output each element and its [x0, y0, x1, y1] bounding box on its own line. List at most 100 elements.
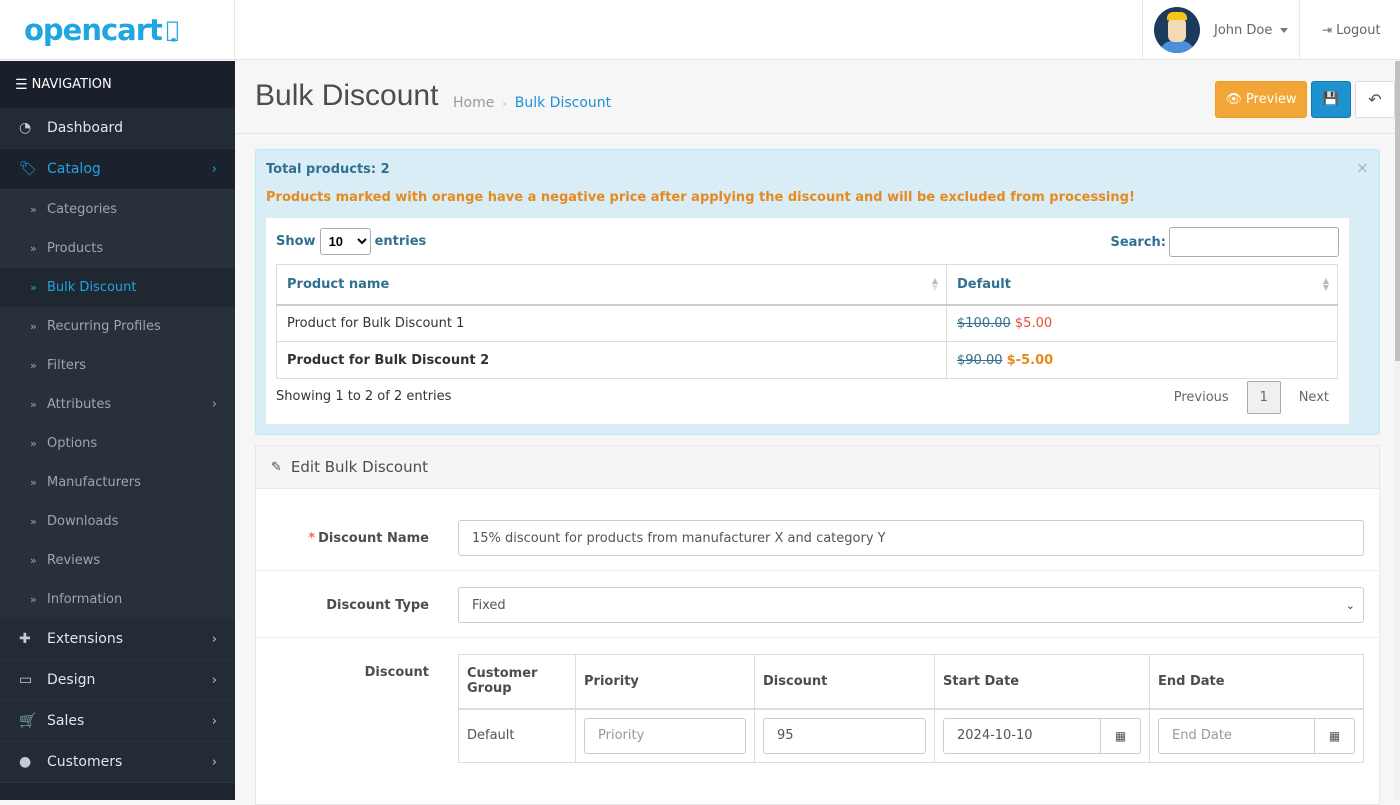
sidebar-item-label: Sales [47, 713, 85, 729]
table-info: Showing 1 to 2 of 2 entries [276, 389, 452, 404]
logo-text: opencart [24, 13, 163, 47]
breadcrumb-home[interactable]: Home [453, 95, 494, 111]
end-date-input[interactable]: End Date [1158, 717, 1315, 754]
discount-input[interactable]: 95 [763, 717, 926, 754]
navigation-title: NAVIGATION [31, 77, 112, 92]
discount-label: Discount [364, 665, 429, 680]
sidebar-subitem-filters[interactable]: » Filters [0, 346, 235, 385]
dashboard-icon: ◔ [19, 120, 32, 136]
subitem-label: Information [47, 592, 123, 607]
total-products: Total products: 2 [266, 162, 390, 177]
subitem-label: Filters [47, 358, 86, 373]
chevron-right-icon: › [211, 161, 217, 177]
priority-input[interactable]: Priority [584, 717, 746, 754]
discount-row: Discount Customer Group Priority Discoun… [256, 638, 1379, 798]
discount-cell: 95 [754, 708, 935, 763]
discount-name-row: * Discount Name 15% discount for products… [256, 489, 1379, 571]
double-chevron-icon: » [30, 203, 37, 216]
logo-cart-icon: ⌒̣̣ [165, 17, 180, 43]
sidebar-subitem-information[interactable]: » Information [0, 580, 235, 619]
double-chevron-icon: » [30, 242, 37, 255]
subitem-label: Downloads [47, 514, 119, 529]
sidebar-subitem-downloads[interactable]: » Downloads [0, 502, 235, 541]
next-button[interactable]: Next [1289, 390, 1339, 405]
column-header-default[interactable]: Default ▲ ▼ [946, 264, 1338, 306]
double-chevron-icon: » [30, 437, 37, 450]
sidebar-subitem-categories[interactable]: » Categories [0, 190, 235, 229]
start-date-group: 2024-10-10 ▦ [943, 717, 1141, 754]
eye-icon: 👁 [1225, 92, 1242, 107]
breadcrumb-separator: › [502, 97, 507, 110]
cart-icon: 🛒 [19, 713, 37, 729]
close-icon[interactable]: × [1356, 158, 1369, 177]
sidebar-subitem-products[interactable]: » Products [0, 229, 235, 268]
page-1-button[interactable]: 1 [1246, 381, 1281, 414]
start-date-input[interactable]: 2024-10-10 [943, 717, 1101, 754]
sidebar-item-design[interactable]: ▭ Design › [0, 660, 235, 701]
desktop-icon: ▭ [19, 672, 33, 688]
logout-label: Logout [1336, 22, 1381, 38]
breadcrumb-bulk-discount[interactable]: Bulk Discount [515, 95, 611, 111]
column-label: Product name [287, 276, 390, 292]
sidebar-subitem-options[interactable]: » Options [0, 424, 235, 463]
old-price: $100.00 [957, 315, 1011, 331]
column-header-product-name[interactable]: Product name ▲ ▼ [276, 264, 947, 306]
subitem-label: Recurring Profiles [47, 319, 161, 334]
discount-type-row: Discount Type Fixed ⌄ [256, 571, 1379, 638]
user-name: John Doe [1214, 22, 1273, 38]
table-row: Product for Bulk Discount 2 $90.00 $-5.0… [276, 341, 1338, 379]
opencart-logo[interactable]: opencart ⌒̣̣ [0, 0, 235, 60]
back-button[interactable]: ↶ [1355, 81, 1395, 118]
search-label: Search: [1110, 234, 1166, 250]
column-header-discount: Discount [754, 654, 935, 710]
sort-icon: ▲ ▼ [1322, 276, 1329, 292]
subitem-label: Products [47, 241, 104, 256]
sidebar-item-extensions[interactable]: ✚ Extensions › [0, 619, 235, 660]
discount-table: Customer Group Priority Discount Start D… [458, 654, 1364, 763]
previous-button[interactable]: Previous [1164, 390, 1239, 405]
logout-button[interactable]: ⇥ Logout [1299, 0, 1400, 60]
sidebar-item-sales[interactable]: 🛒 Sales › [0, 701, 235, 742]
sidebar-item-catalog[interactable]: 🏷 Catalog › [0, 149, 235, 190]
double-chevron-icon: » [30, 593, 37, 606]
sidebar-item-dashboard[interactable]: ◔ Dashboard [0, 108, 235, 149]
user-menu[interactable]: John Doe [1142, 0, 1299, 60]
panel-heading: ✎ Edit Bulk Discount [256, 446, 1379, 489]
column-header-start-date: Start Date [934, 654, 1150, 710]
discount-type-select[interactable]: Fixed ⌄ [458, 587, 1364, 623]
calendar-icon[interactable]: ▦ [1101, 717, 1141, 754]
double-chevron-icon: » [30, 359, 37, 372]
sidebar-subitem-reviews[interactable]: » Reviews [0, 541, 235, 580]
page-length-control: Show 10 entries [276, 228, 426, 255]
page-scrollbar[interactable] [1395, 61, 1400, 800]
sidebar-item-customers[interactable]: ● Customers › [0, 742, 235, 783]
old-price: $90.00 [957, 352, 1003, 368]
sidebar-item-label: Dashboard [47, 120, 123, 136]
scrollbar-thumb[interactable] [1395, 61, 1400, 361]
subitem-label: Categories [47, 202, 118, 217]
column-label: Default [957, 276, 1011, 292]
page-length-select[interactable]: 10 [319, 228, 371, 255]
double-chevron-icon: » [30, 476, 37, 489]
search-input[interactable] [1169, 227, 1339, 257]
preview-button[interactable]: 👁 Preview [1215, 81, 1307, 118]
discount-name-input[interactable]: 15% discount for products from manufactu… [458, 520, 1364, 556]
page-title: Bulk Discount [255, 79, 439, 112]
catalog-submenu: » Categories » Products » Bulk Discount » Re… [0, 190, 235, 619]
page-header: Bulk Discount Home › Bulk Discount 👁 Previ… [235, 61, 1395, 134]
sidebar-subitem-attributes[interactable]: » Attributes › [0, 385, 235, 424]
subitem-label: Reviews [47, 553, 101, 568]
save-button[interactable]: 💾 [1311, 81, 1351, 118]
discount-name-label: * Discount Name [308, 531, 429, 546]
discount-type-label: Discount Type [326, 598, 429, 613]
calendar-icon[interactable]: ▦ [1315, 717, 1355, 754]
sidebar-subitem-bulk-discount[interactable]: » Bulk Discount [0, 268, 235, 307]
top-header: opencart ⌒̣̣ John Doe ⇥ Logout [0, 0, 1400, 60]
search-control: Search: [1110, 227, 1339, 257]
sidebar-subitem-recurring-profiles[interactable]: » Recurring Profiles [0, 307, 235, 346]
sidebar-subitem-manufacturers[interactable]: » Manufacturers [0, 463, 235, 502]
subitem-label: Options [47, 436, 98, 451]
sidebar-item-label: Design [47, 672, 96, 688]
customer-group: Default [458, 708, 576, 763]
sidebar-item-label: Customers [47, 754, 123, 770]
